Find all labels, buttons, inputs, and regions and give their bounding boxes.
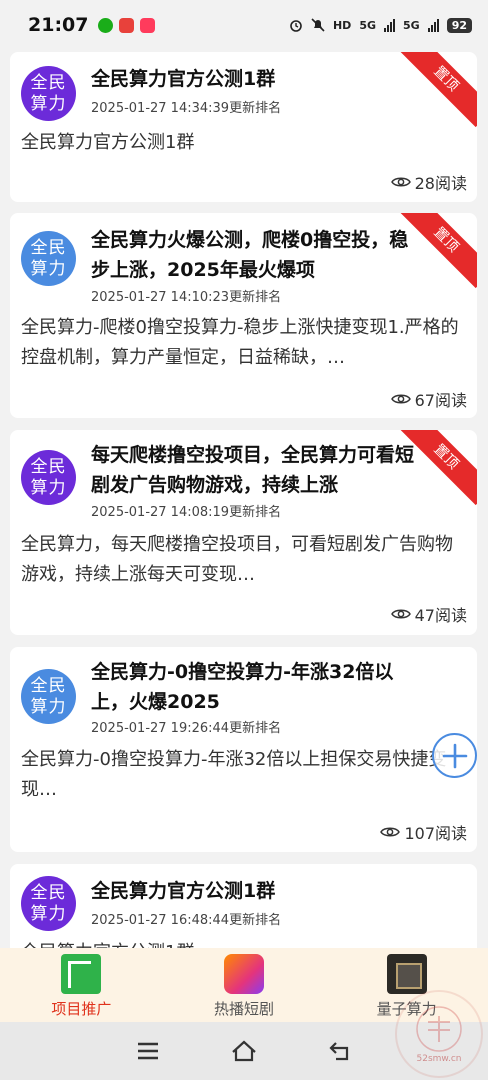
home-button[interactable] xyxy=(226,1033,262,1069)
view-count-label: 47阅读 xyxy=(414,606,467,625)
post-body[interactable]: 全民算力-0撸空投算力-年涨32倍以上担保交易快捷变现… xyxy=(21,745,466,805)
signal-icon xyxy=(427,18,439,32)
eye-icon xyxy=(390,177,411,187)
post-date: 2025-01-27 14:10:23更新排名 xyxy=(91,290,282,305)
avatar-text: 全民 xyxy=(30,882,67,903)
view-count-label: 67阅读 xyxy=(414,391,467,410)
avatar[interactable]: 全民 算力 xyxy=(21,876,76,931)
network-hd-label: HD xyxy=(332,18,352,32)
post-title[interactable]: 全民算力官方公测1群 xyxy=(91,876,421,906)
status-time: 21:07 xyxy=(28,14,89,36)
view-count: 28阅读 xyxy=(390,170,467,194)
tab-hot-dramas[interactable]: 热播短剧 xyxy=(163,948,326,1022)
app-notification-icon xyxy=(140,17,156,33)
mute-icon xyxy=(311,18,325,32)
post-body[interactable]: 全民算力官方公测1群 xyxy=(21,128,466,158)
post-date: 2025-01-27 14:08:19更新排名 xyxy=(91,505,282,520)
avatar-text: 算力 xyxy=(30,696,67,717)
menu-icon xyxy=(138,1042,158,1060)
avatar[interactable]: 全民 算力 xyxy=(21,66,76,121)
view-count: 107阅读 xyxy=(380,820,467,844)
post-card[interactable]: 全民 算力 全民算力-0撸空投算力-年涨32倍以上，火爆2025 2025-01… xyxy=(10,647,477,852)
post-date: 2025-01-27 19:26:44更新排名 xyxy=(91,721,282,736)
chip-icon xyxy=(386,954,427,994)
watermark-text: 52smw.cn xyxy=(416,1054,462,1064)
view-count-label: 28阅读 xyxy=(414,174,467,193)
post-card[interactable]: 全民 算力 全民算力官方公测1群 2025-01-27 16:48:44更新排名… xyxy=(10,864,477,948)
home-icon xyxy=(232,1040,256,1062)
plus-icon xyxy=(442,743,467,768)
battery-icon: 92 xyxy=(446,17,472,33)
avatar-text: 全民 xyxy=(30,456,67,477)
status-bar: 21:07 HD 5G 5G 92 xyxy=(0,0,488,50)
avatar-text: 全民 xyxy=(30,72,67,93)
post-title[interactable]: 全民算力火爆公测，爬楼0撸空投，稳步上涨，2025年最火爆项 xyxy=(91,225,421,285)
post-body[interactable]: 全民算力官方公测1群 xyxy=(21,938,466,948)
tab-label: 热播短剧 xyxy=(214,1000,275,1018)
post-date: 2025-01-27 16:48:44更新排名 xyxy=(91,913,282,928)
post-title[interactable]: 全民算力官方公测1群 xyxy=(91,64,421,94)
video-icon xyxy=(224,954,264,994)
post-title[interactable]: 全民算力-0撸空投算力-年涨32倍以上，火爆2025 xyxy=(91,657,421,717)
watermark-logo-icon xyxy=(416,1006,462,1052)
avatar-text: 全民 xyxy=(30,675,67,696)
post-card[interactable]: 全民 算力 全民算力火爆公测，爬楼0撸空投，稳步上涨，2025年最火爆项 202… xyxy=(10,213,477,418)
view-count: 67阅读 xyxy=(390,387,467,411)
avatar[interactable]: 全民 算力 xyxy=(21,669,76,724)
avatar-text: 算力 xyxy=(30,903,67,924)
ad-icon xyxy=(61,954,102,994)
eye-icon xyxy=(390,609,411,619)
avatar-text: 算力 xyxy=(30,477,67,498)
tab-label: 项目推广 xyxy=(51,1000,112,1018)
signal-icon xyxy=(384,18,395,32)
add-post-button[interactable] xyxy=(432,733,477,778)
menu-button[interactable] xyxy=(130,1033,166,1069)
status-indicators: HD 5G 5G 92 xyxy=(289,17,472,33)
post-body[interactable]: 全民算力-爬楼0撸空投算力-稳步上涨快捷变现1.严格的控盘机制，算力产量恒定，日… xyxy=(21,313,466,373)
avatar-text: 算力 xyxy=(30,93,67,114)
post-card[interactable]: 全民 算力 全民算力官方公测1群 2025-01-27 14:34:39更新排名… xyxy=(10,52,477,202)
alarm-icon xyxy=(290,20,302,32)
notification-icons xyxy=(98,17,156,33)
avatar-text: 算力 xyxy=(30,258,67,279)
eye-icon xyxy=(380,827,401,837)
view-count: 47阅读 xyxy=(390,602,467,626)
avatar[interactable]: 全民 算力 xyxy=(21,450,76,505)
avatar[interactable]: 全民 算力 xyxy=(21,231,76,286)
post-date: 2025-01-27 14:34:39更新排名 xyxy=(91,101,282,116)
back-button[interactable] xyxy=(322,1033,358,1069)
post-body[interactable]: 全民算力，每天爬楼撸空投项目，可看短剧发广告购物游戏，持续上涨每天可变现… xyxy=(21,530,466,590)
app-notification-icon xyxy=(119,17,135,33)
site-watermark: 52smw.cn xyxy=(395,990,483,1078)
post-title[interactable]: 每天爬楼撸空投项目，全民算力可看短剧发广告购物游戏，持续上涨 xyxy=(91,440,421,500)
back-icon xyxy=(329,1042,349,1061)
wechat-icon xyxy=(98,17,114,33)
eye-icon xyxy=(390,394,411,404)
post-feed[interactable]: 全民 算力 全民算力官方公测1群 2025-01-27 14:34:39更新排名… xyxy=(0,50,488,948)
network-5g-label: 5G xyxy=(359,18,376,32)
post-card[interactable]: 全民 算力 每天爬楼撸空投项目，全民算力可看短剧发广告购物游戏，持续上涨 202… xyxy=(10,430,477,635)
tab-project-promotion[interactable]: 项目推广 xyxy=(0,948,163,1022)
view-count-label: 107阅读 xyxy=(404,824,467,843)
avatar-text: 全民 xyxy=(30,237,67,258)
network-5g-label: 5G xyxy=(403,18,420,32)
